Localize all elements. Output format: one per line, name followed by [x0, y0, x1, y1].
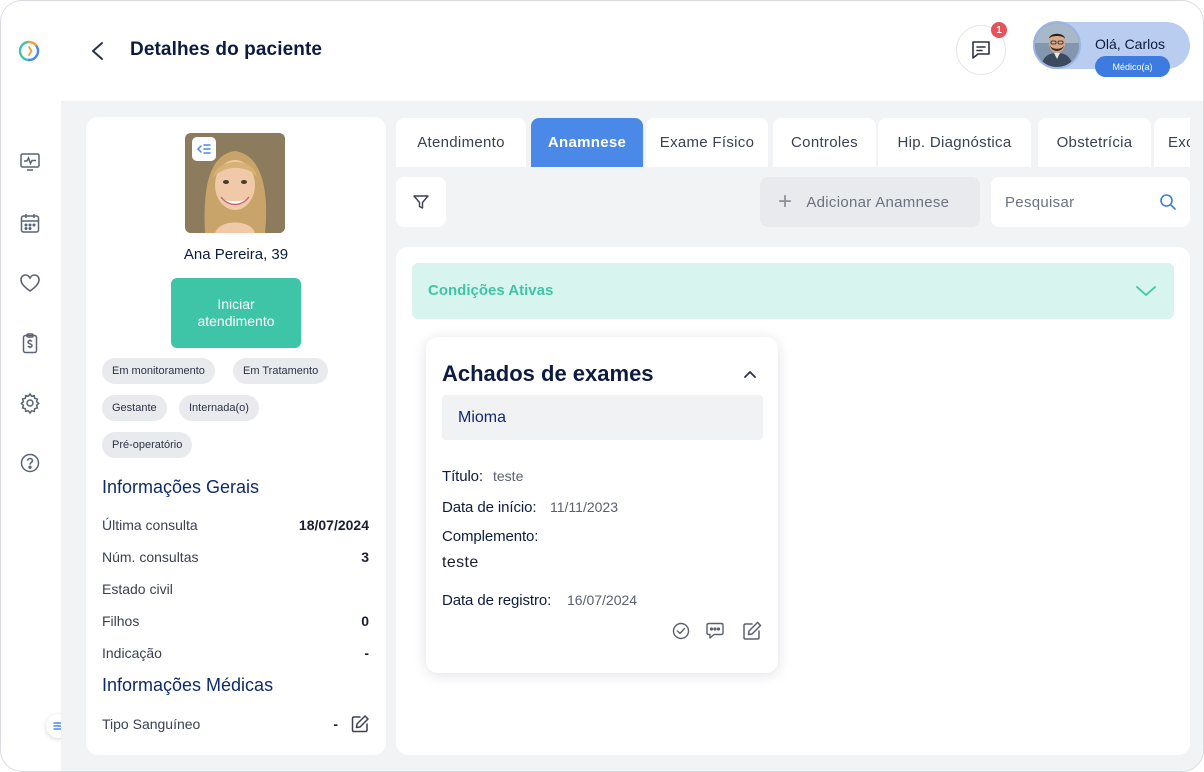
page-title: Detalhes do paciente	[130, 39, 323, 60]
edit-icon[interactable]	[350, 714, 370, 734]
card-title: Achados de exames	[442, 361, 654, 386]
patient-name: Ana Pereira, 39	[183, 246, 289, 263]
info-label: Filhos	[102, 613, 140, 629]
chevron-down-icon	[1136, 286, 1156, 296]
field-value: 11/11/2023	[550, 499, 618, 515]
info-value: 18/07/2024	[298, 517, 369, 533]
tab-exame-fisico[interactable]: Exame Físico	[646, 118, 768, 167]
back-arrow-icon[interactable]	[87, 39, 109, 63]
search-icon[interactable]	[1159, 193, 1177, 211]
info-value: -	[364, 645, 369, 661]
notification-badge: 1	[991, 22, 1007, 38]
info-label: Núm. consultas	[102, 549, 199, 565]
general-info-title: Informações Gerais	[102, 477, 260, 497]
user-role-badge: Médico(a)	[1095, 56, 1170, 77]
status-tag: Pré-operatório	[102, 432, 193, 458]
side-rail	[1, 1, 70, 771]
status-tag: Em Tratamento	[233, 358, 329, 384]
monitor-icon[interactable]	[19, 151, 41, 173]
field-label: Data de registro:	[442, 592, 552, 609]
field-label: Complemento:	[442, 528, 539, 545]
comment-icon[interactable]	[704, 620, 726, 642]
plus-icon: +	[778, 188, 793, 215]
anamnese-panel: Condições Ativas Achados de exames Mioma…	[396, 247, 1190, 755]
field-label: Data de início:	[442, 499, 537, 516]
status-tag: Internada(o)	[179, 395, 259, 421]
check-circle-icon[interactable]	[670, 620, 692, 642]
heart-icon[interactable]	[19, 272, 41, 294]
calendar-icon[interactable]	[19, 212, 41, 234]
tab-anamnese[interactable]: Anamnese	[531, 118, 643, 167]
search-input[interactable]	[1005, 189, 1145, 215]
clipboard-dollar-icon[interactable]	[19, 332, 41, 354]
field-value: teste	[493, 468, 524, 484]
info-label: Indicação	[102, 645, 162, 661]
patient-card: Ana Pereira, 39 Iniciar atendimento Em m…	[86, 117, 386, 755]
status-tag: Gestante	[102, 395, 167, 421]
app-window: Detalhes do paciente 1 Olá, Carlos Médic…	[0, 0, 1204, 772]
tab-controles[interactable]: Controles	[773, 118, 876, 167]
add-anamnese-label: Adicionar Anamnese	[806, 193, 950, 211]
tab-overflow[interactable]: Exc	[1154, 118, 1190, 167]
active-conditions-accordion[interactable]: Condições Ativas	[412, 263, 1174, 319]
tab-obstetricia[interactable]: Obstetrícia	[1038, 118, 1151, 167]
medical-info-title: Informações Médicas	[102, 675, 274, 695]
start-attendance-button[interactable]: Iniciar atendimento	[171, 278, 301, 348]
edit-icon[interactable]	[741, 620, 763, 642]
user-avatar[interactable]	[1033, 21, 1081, 69]
field-value: 16/07/2024	[567, 592, 638, 608]
info-value: 3	[361, 549, 369, 565]
tab-atendimento[interactable]: Atendimento	[396, 118, 526, 167]
tab-hip-diagnostica[interactable]: Hip. Diagnóstica	[878, 118, 1031, 167]
add-anamnese-button[interactable]: + Adicionar Anamnese	[760, 177, 980, 227]
diagnosis-box: Mioma	[442, 395, 763, 440]
filter-button[interactable]	[396, 177, 446, 227]
status-tag: Em monitoramento	[102, 358, 215, 384]
accordion-title: Condições Ativas	[428, 282, 554, 299]
info-value: 0	[361, 613, 369, 629]
gear-icon[interactable]	[19, 392, 41, 414]
info-label: Tipo Sanguíneo	[102, 716, 201, 732]
field-label: Título:	[442, 468, 483, 485]
top-header: Detalhes do paciente 1 Olá, Carlos Médic…	[61, 1, 1203, 101]
info-label: Última consulta	[102, 517, 198, 533]
user-greeting: Olá, Carlos	[1095, 36, 1166, 52]
complement-value: teste	[442, 554, 479, 571]
collapse-left-icon	[196, 144, 211, 154]
app-logo-icon[interactable]	[18, 40, 40, 62]
search-box	[991, 177, 1190, 227]
filter-icon	[413, 195, 429, 209]
chat-icon	[972, 41, 990, 59]
exam-findings-card: Achados de exames Mioma Título: teste Da…	[426, 337, 778, 673]
toggle-panel-button[interactable]	[192, 137, 216, 161]
chevron-up-icon[interactable]	[742, 366, 758, 382]
info-value: -	[333, 716, 338, 732]
tab-bar: Atendimento Anamnese Exame Físico Contro…	[396, 118, 1190, 167]
help-icon[interactable]	[19, 452, 41, 474]
info-label: Estado civil	[102, 581, 173, 597]
